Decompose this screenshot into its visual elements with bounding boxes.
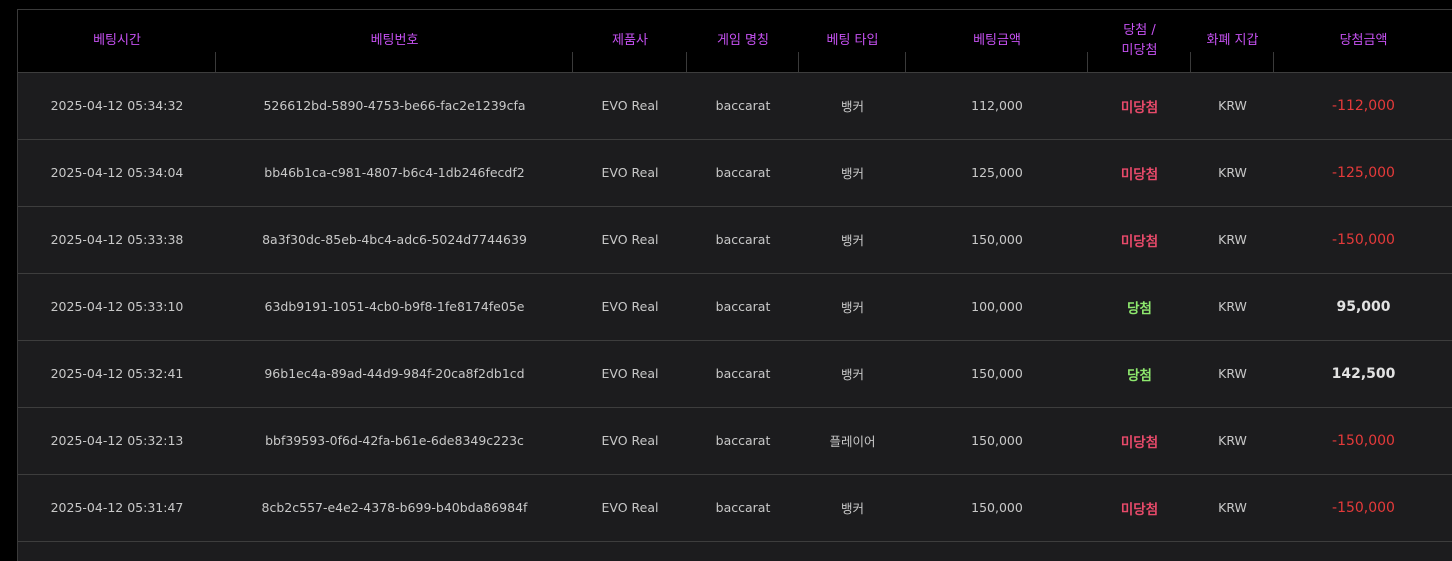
header-provider: 제품사 [573,10,687,72]
cell-win-amount: -112,000 [1332,97,1395,114]
cell-currency: KRW [1218,500,1247,515]
cell-bet-time: 2025-04-12 05:33:38 [50,232,184,247]
cell-currency: KRW [1218,366,1247,381]
cell-game-name: baccarat [715,500,771,515]
cell-bet-id: bb46b1ca-c981-4807-b6c4-1db246fecdf2 [264,165,525,180]
cell-provider: EVO Real [601,433,659,448]
cell-bet-id: bbf39593-0f6d-42fa-b61e-6de8349c223c [265,433,524,448]
cell-currency: KRW [1218,165,1247,180]
cell-bet-time: 2025-04-12 05:32:41 [50,366,184,381]
bet-history-panel: 베팅시간 베팅번호 제품사 게임 명칭 베팅 타입 베팅금액 당첨 / 미당첨 … [17,9,1452,561]
cell-bet-type: 플레이어 [829,434,876,449]
table-header: 베팅시간 베팅번호 제품사 게임 명칭 베팅 타입 베팅금액 당첨 / 미당첨 … [18,10,1452,72]
table-row: 2025-04-12 05:32:13 bbf39593-0f6d-42fa-b6… [18,407,1452,474]
cell-bet-id: 526612bd-5890-4753-be66-fac2e1239cfa [263,98,526,113]
header-bet-time: 베팅시간 [18,10,216,72]
header-game-name: 게임 명칭 [687,10,799,72]
cell-bet-amount: 125,000 [971,165,1023,180]
table-row: 2025-04-12 05:34:32 526612bd-5890-4753-be… [18,72,1452,139]
header-bet-id: 베팅번호 [216,10,573,72]
table-row [18,541,1452,561]
empty-cell [687,541,799,561]
cell-bet-time: 2025-04-12 05:31:47 [50,500,184,515]
header-currency: 화폐 지갑 [1191,10,1274,72]
cell-result: 미당첨 [1120,166,1159,183]
cell-provider: EVO Real [601,165,659,180]
cell-bet-amount: 150,000 [971,500,1023,515]
cell-bet-amount: 150,000 [971,232,1023,247]
cell-currency: KRW [1218,433,1247,448]
table-body: 2025-04-12 05:34:32 526612bd-5890-4753-be… [18,72,1452,561]
cell-win-amount: -150,000 [1332,432,1395,449]
cell-bet-id: 8cb2c557-e4e2-4378-b699-b40bda86984f [261,500,528,515]
cell-provider: EVO Real [601,98,659,113]
empty-cell [573,541,687,561]
cell-game-name: baccarat [715,433,771,448]
cell-bet-time: 2025-04-12 05:32:13 [50,433,184,448]
cell-game-name: baccarat [715,98,771,113]
table-row: 2025-04-12 05:33:38 8a3f30dc-85eb-4bc4-ad… [18,206,1452,273]
empty-cell [18,541,216,561]
cell-currency: KRW [1218,232,1247,247]
table-row: 2025-04-12 05:34:04 bb46b1ca-c981-4807-b6… [18,139,1452,206]
cell-bet-amount: 112,000 [971,98,1023,113]
cell-bet-id: 63db9191-1051-4cb0-b9f8-1fe8174fe05e [264,299,525,314]
cell-result: 당첨 [1127,300,1152,317]
cell-result: 미당첨 [1120,501,1159,518]
cell-bet-id: 8a3f30dc-85eb-4bc4-adc6-5024d7744639 [262,232,527,247]
bet-history-table: 베팅시간 베팅번호 제품사 게임 명칭 베팅 타입 베팅금액 당첨 / 미당첨 … [18,10,1452,561]
cell-game-name: baccarat [715,299,771,314]
header-row: 베팅시간 베팅번호 제품사 게임 명칭 베팅 타입 베팅금액 당첨 / 미당첨 … [18,10,1452,72]
empty-cell [1088,541,1191,561]
cell-win-amount: 95,000 [1336,298,1391,315]
cell-bet-type: 뱅커 [840,99,864,114]
cell-bet-type: 뱅커 [840,300,864,315]
cell-win-amount: 142,500 [1331,365,1396,382]
cell-bet-amount: 150,000 [971,433,1023,448]
table-row: 2025-04-12 05:33:10 63db9191-1051-4cb0-b9… [18,273,1452,340]
cell-bet-time: 2025-04-12 05:34:32 [50,98,184,113]
cell-provider: EVO Real [601,299,659,314]
cell-bet-time: 2025-04-12 05:34:04 [50,165,184,180]
empty-cell [1274,541,1452,561]
cell-provider: EVO Real [601,366,659,381]
cell-result: 당첨 [1127,367,1152,384]
cell-result: 미당첨 [1120,233,1159,250]
cell-bet-time: 2025-04-12 05:33:10 [50,299,184,314]
empty-cell [906,541,1088,561]
cell-currency: KRW [1218,98,1247,113]
cell-win-amount: -150,000 [1332,499,1395,516]
cell-provider: EVO Real [601,500,659,515]
cell-win-amount: -150,000 [1332,231,1395,248]
cell-game-name: baccarat [715,232,771,247]
cell-currency: KRW [1218,299,1247,314]
cell-result: 미당첨 [1120,434,1159,451]
cell-bet-type: 뱅커 [840,233,864,248]
header-bet-amount: 베팅금액 [906,10,1088,72]
cell-bet-id: 96b1ec4a-89ad-44d9-984f-20ca8f2db1cd [264,366,525,381]
cell-bet-type: 뱅커 [840,367,864,382]
cell-bet-amount: 150,000 [971,366,1023,381]
table-row: 2025-04-12 05:32:41 96b1ec4a-89ad-44d9-98… [18,340,1452,407]
cell-game-name: baccarat [715,366,771,381]
cell-bet-type: 뱅커 [840,166,864,181]
header-bet-type: 베팅 타입 [799,10,906,72]
empty-cell [799,541,906,561]
empty-cell [216,541,573,561]
header-win-amount: 당첨금액 [1339,32,1388,48]
cell-result: 미당첨 [1120,99,1159,116]
cell-bet-type: 뱅커 [840,501,864,516]
empty-cell [1191,541,1274,561]
cell-bet-amount: 100,000 [971,299,1023,314]
header-result: 당첨 / 미당첨 [1088,10,1191,72]
cell-provider: EVO Real [601,232,659,247]
table-row: 2025-04-12 05:31:47 8cb2c557-e4e2-4378-b6… [18,474,1452,541]
cell-win-amount: -125,000 [1332,164,1395,181]
cell-game-name: baccarat [715,165,771,180]
